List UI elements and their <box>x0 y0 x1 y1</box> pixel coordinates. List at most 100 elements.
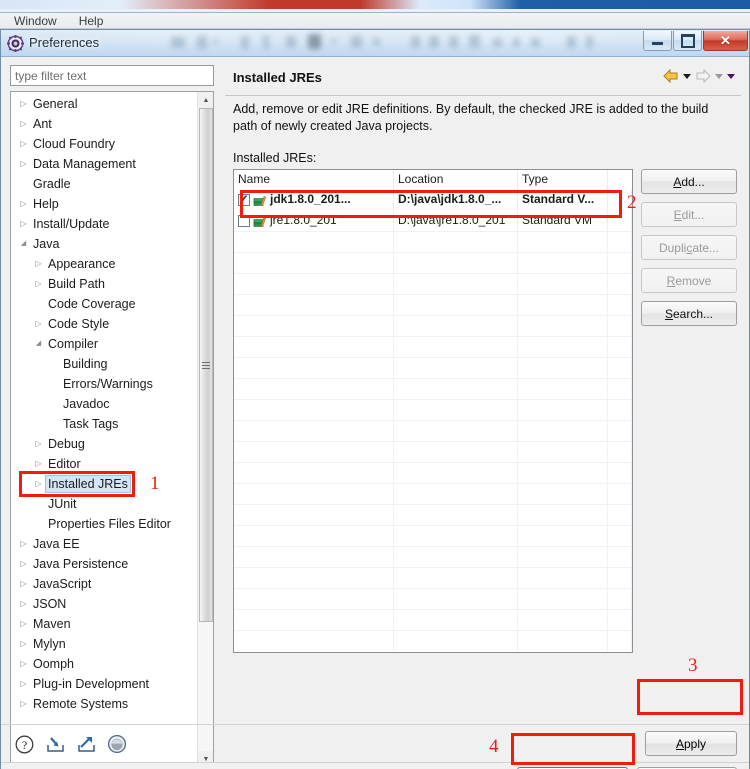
tree-item-compiler[interactable]: ◢ Compiler <box>11 334 197 354</box>
table-cell-name: jre1.8.0_201 <box>234 210 394 231</box>
jre-library-icon <box>253 193 267 207</box>
tree-item-json[interactable]: ▷ JSON <box>11 594 197 614</box>
tree-scrollbar[interactable]: ▲ ▼ <box>197 92 213 767</box>
tree-item-cloud-foundry[interactable]: ▷ Cloud Foundry <box>11 134 197 154</box>
tree-item-javadoc[interactable]: Javadoc <box>11 394 197 414</box>
export-icon[interactable] <box>75 733 97 755</box>
help-icon[interactable]: ? <box>13 733 35 755</box>
chevron-right-icon[interactable]: ▷ <box>32 254 45 274</box>
chevron-right-icon[interactable]: ▷ <box>17 694 30 714</box>
back-dropdown-icon[interactable] <box>683 73 691 79</box>
table-empty-cell <box>518 399 608 420</box>
chevron-right-icon[interactable]: ▷ <box>17 574 30 594</box>
search-input[interactable] <box>10 65 214 86</box>
chevron-right-icon[interactable]: ▷ <box>32 474 45 494</box>
chevron-right-icon[interactable]: ▷ <box>17 594 30 614</box>
tree-item-errors-warnings[interactable]: Errors/Warnings <box>11 374 197 394</box>
oomph-record-icon[interactable] <box>106 733 128 755</box>
tree-item-task-tags[interactable]: Task Tags <box>11 414 197 434</box>
menu-item-help[interactable]: Help <box>71 13 112 29</box>
table-empty-row <box>234 273 632 294</box>
back-arrow-icon[interactable] <box>663 69 679 83</box>
scroll-up-arrow-icon[interactable]: ▲ <box>198 92 213 108</box>
view-menu-dropdown-icon[interactable] <box>727 73 735 79</box>
apply-button[interactable]: Apply <box>645 731 737 756</box>
tree-item-plug-in-development[interactable]: ▷ Plug-in Development <box>11 674 197 694</box>
tree-item-building[interactable]: Building <box>11 354 197 374</box>
table-empty-cell <box>394 546 518 567</box>
tree-item-general[interactable]: ▷ General <box>11 94 197 114</box>
tree-item-java-persistence[interactable]: ▷ Java Persistence <box>11 554 197 574</box>
chevron-right-icon[interactable]: ▷ <box>17 654 30 674</box>
table-body: jdk1.8.0_201... D:\java\jdk1.8.0_...Stand… <box>234 189 632 651</box>
tree-item-ant[interactable]: ▷ Ant <box>11 114 197 134</box>
chevron-right-icon[interactable]: ▷ <box>17 134 30 154</box>
chevron-right-icon[interactable]: ▷ <box>32 274 45 294</box>
tree-item-gradle[interactable]: Gradle <box>11 174 197 194</box>
tree-item-mylyn[interactable]: ▷ Mylyn <box>11 634 197 654</box>
table-row[interactable]: jdk1.8.0_201... D:\java\jdk1.8.0_...Stand… <box>234 189 632 210</box>
maximize-button[interactable] <box>673 31 702 51</box>
tree-item-code-style[interactable]: ▷ Code Style <box>11 314 197 334</box>
tree-item-junit[interactable]: JUnit <box>11 494 197 514</box>
table-column-header[interactable]: Location <box>394 170 518 189</box>
preferences-tree[interactable]: ▷ General ▷ Ant ▷ Cloud Foundry ▷ Data Manageme… <box>10 91 214 768</box>
tree-item-appearance[interactable]: ▷ Appearance <box>11 254 197 274</box>
tree-item-debug[interactable]: ▷ Debug <box>11 434 197 454</box>
add-button[interactable]: Add... <box>641 169 737 194</box>
table-column-header[interactable] <box>608 170 632 189</box>
chevron-right-icon[interactable]: ▷ <box>32 434 45 454</box>
tree-item-data-management[interactable]: ▷ Data Management <box>11 154 197 174</box>
chevron-right-icon[interactable]: ▷ <box>17 194 30 214</box>
chevron-right-icon[interactable]: ▷ <box>17 214 30 234</box>
table-empty-cell <box>608 525 632 546</box>
chevron-right-icon[interactable]: ▷ <box>32 314 45 334</box>
tree-item-editor[interactable]: ▷ Editor <box>11 454 197 474</box>
menu-item-window[interactable]: Window <box>6 13 65 29</box>
table-empty-cell <box>608 546 632 567</box>
table-action-buttons: Add... Edit... Duplicate... Remove Search... <box>641 169 737 334</box>
chevron-right-icon[interactable]: ▷ <box>17 634 30 654</box>
tree-item-installed-jres[interactable]: ▷ Installed JREs <box>11 474 197 494</box>
window-title-bar[interactable]: Preferences ✕ <box>1 30 749 57</box>
import-icon[interactable] <box>44 733 66 755</box>
chevron-right-icon[interactable]: ▷ <box>17 554 30 574</box>
chevron-right-icon[interactable]: ▷ <box>17 534 30 554</box>
tree-item-maven[interactable]: ▷ Maven <box>11 614 197 634</box>
close-button[interactable]: ✕ <box>703 31 748 51</box>
footer-divider <box>1 724 749 725</box>
table-column-header[interactable]: Type <box>518 170 608 189</box>
tree-item-code-coverage[interactable]: Code Coverage <box>11 294 197 314</box>
chevron-right-icon[interactable]: ▷ <box>17 154 30 174</box>
table-row[interactable]: jre1.8.0_201 D:\java\jre1.8.0_201 Standard… <box>234 210 632 231</box>
installed-jres-table[interactable]: NameLocationType jdk1.8.0_201... D:\java\… <box>233 169 633 653</box>
chevron-right-icon[interactable]: ▷ <box>32 454 45 474</box>
table-column-header[interactable]: Name <box>234 170 394 189</box>
tree-item-java[interactable]: ◢ Java <box>11 234 197 254</box>
chevron-right-icon[interactable]: ▷ <box>17 114 30 134</box>
checkbox-unchecked[interactable] <box>238 214 250 227</box>
chevron-right-icon[interactable]: ▷ <box>17 614 30 634</box>
chevron-right-icon[interactable]: ▷ <box>17 94 30 114</box>
tree-item-help[interactable]: ▷ Help <box>11 194 197 214</box>
table-empty-cell <box>518 567 608 588</box>
tree-item-javascript[interactable]: ▷ JavaScript <box>11 574 197 594</box>
chevron-down-icon[interactable]: ◢ <box>17 234 30 254</box>
tree-item-install-update[interactable]: ▷ Install/Update <box>11 214 197 234</box>
tree-item-remote-systems[interactable]: ▷ Remote Systems <box>11 694 197 714</box>
tree-item-oomph[interactable]: ▷ Oomph <box>11 654 197 674</box>
chevron-right-icon[interactable]: ▷ <box>17 674 30 694</box>
tree-item-build-path[interactable]: ▷ Build Path <box>11 274 197 294</box>
table-empty-cell <box>608 231 632 252</box>
table-empty-cell <box>234 336 394 357</box>
tree-item-properties-files-editor[interactable]: Properties Files Editor <box>11 514 197 534</box>
tree-item-java-ee[interactable]: ▷ Java EE <box>11 534 197 554</box>
table-empty-cell <box>394 231 518 252</box>
scrollbar-thumb[interactable] <box>199 108 213 622</box>
table-empty-cell <box>608 399 632 420</box>
checkbox-checked[interactable] <box>238 193 250 206</box>
chevron-down-icon[interactable]: ◢ <box>32 334 45 354</box>
minimize-button[interactable] <box>643 31 672 51</box>
table-empty-cell <box>234 525 394 546</box>
search-button[interactable]: Search... <box>641 301 737 326</box>
